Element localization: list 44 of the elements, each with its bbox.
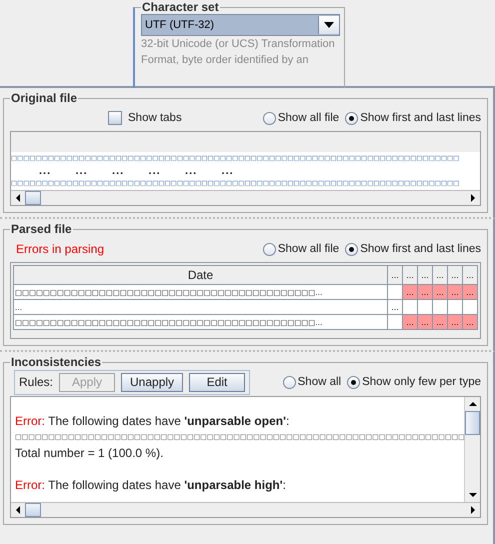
checkbox-label[interactable]: Show tabs: [128, 112, 182, 124]
vertical-scrollbar[interactable]: [464, 397, 480, 502]
column-header[interactable]: ...: [388, 266, 402, 284]
column-header[interactable]: Date: [14, 266, 388, 284]
error-label: Error:: [15, 414, 45, 428]
column-header[interactable]: ...: [432, 266, 448, 284]
report-text: Total number = 1 (100.0 %).: [15, 445, 164, 461]
rule-button[interactable]: Edit: [189, 372, 246, 392]
radio-button[interactable]: [262, 112, 276, 124]
column-header[interactable]: ...: [402, 266, 418, 284]
error-label: Error:: [15, 478, 45, 492]
report-text: The following dates have 'unparsable open':: [48, 414, 290, 428]
panel-title: Parsed file: [10, 223, 73, 236]
scroll-thumb[interactable]: [25, 191, 41, 205]
radio-button[interactable]: [347, 376, 360, 388]
checkbox[interactable]: [108, 111, 122, 125]
column-header[interactable]: ...: [448, 266, 462, 284]
rule-button[interactable]: Unapply: [121, 372, 184, 392]
radio-label[interactable]: Show first and last lines: [360, 243, 481, 255]
report-text: The following dates have 'unparsable high':: [48, 478, 286, 492]
horizontal-scrollbar[interactable]: [11, 502, 480, 517]
description-text: 32-bit Unicode (or UCS) Transformation: [141, 37, 336, 52]
radio-label[interactable]: Show first and last lines: [360, 112, 481, 124]
radio-label[interactable]: Show all file: [278, 112, 340, 124]
radio-label[interactable]: Show only few per type: [362, 376, 481, 388]
radio-button[interactable]: [345, 112, 358, 124]
horizontal-scrollbar[interactable]: [11, 190, 480, 205]
panel-title: Original file: [10, 92, 78, 105]
radio-label[interactable]: Show all: [298, 376, 342, 388]
description-text: Format, byte order identified by an: [141, 53, 310, 68]
radio-button[interactable]: [345, 242, 358, 256]
radio-label[interactable]: Show all file: [278, 243, 340, 255]
scroll-thumb[interactable]: [25, 503, 41, 517]
column-header[interactable]: ...: [462, 266, 478, 284]
character-set-dropdown[interactable]: UTF (UTF-32): [141, 14, 340, 36]
panel-title: Character set: [141, 1, 220, 14]
radio-button[interactable]: [282, 376, 296, 388]
scroll-thumb[interactable]: [465, 411, 480, 435]
rules-label: Rules:: [19, 375, 54, 389]
panel-title: Inconsistencies: [10, 356, 102, 369]
ellipsis-line: ... ... ... ... ... ...: [38, 165, 235, 177]
radio-button[interactable]: [262, 242, 276, 256]
error-message: Errors in parsing: [16, 242, 104, 256]
column-header[interactable]: ...: [418, 266, 432, 284]
